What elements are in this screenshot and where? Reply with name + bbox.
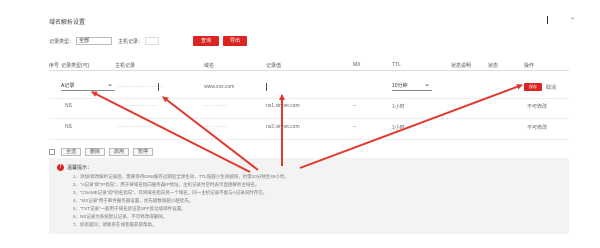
- table-row: A记录 — — — — — — — — www.xxx.com 10分钟 保存 …: [49, 79, 569, 99]
- notice-line: 2、“A记录”即“IP指向”，用于将域名指向服务器IP地址，主机记录为空时表示直…: [73, 182, 260, 187]
- notice-panel: ! 温馨提示： 1、添加/修改解析记录后，需要等待DNS缓存过期后全球生效，TT…: [49, 158, 569, 234]
- table-row: NS — — — — — — — — — — — ns1.xinnet.com …: [49, 99, 569, 119]
- col-type: 记录类型(可): [61, 63, 90, 69]
- row-host-blurred: — — — — — — —: [117, 124, 157, 130]
- col-mx: MX: [353, 62, 361, 68]
- row-type-select[interactable]: A记录: [61, 81, 115, 91]
- row-host-blurred: — — — — — — —: [117, 103, 157, 109]
- col-domain: 域名: [204, 63, 215, 69]
- col-host: 主机记录: [115, 63, 136, 69]
- row-host-placeholder: — — — — — — — —: [117, 84, 163, 90]
- row-mx: --: [353, 124, 357, 130]
- chevron-down-icon[interactable]: ⌄: [570, 14, 575, 21]
- warning-icon: !: [57, 164, 64, 171]
- row-domain-blurred: — — — —: [204, 124, 227, 130]
- notice-line: 6、NS记录为系统默认记录，不可修改或删除。: [73, 214, 168, 219]
- record-type-select[interactable]: 全部: [76, 37, 113, 45]
- delete-button[interactable]: 删除: [85, 148, 106, 156]
- row-value: ns2.xinnet.com: [266, 124, 300, 130]
- page-title: 域名解析设置: [49, 20, 86, 26]
- filter-bar: 记录类型： 全部 主机记录：: [49, 36, 169, 46]
- col-ttl: TTL: [392, 62, 401, 68]
- host-record-input[interactable]: [145, 37, 160, 45]
- row-value: ns1.xinnet.com: [266, 103, 300, 109]
- row-ttl-select[interactable]: 10分钟: [392, 81, 432, 91]
- row-op-readonly: 不可修改: [527, 104, 548, 110]
- col-status: 状态: [488, 63, 499, 69]
- row-ttl: 1小时: [392, 104, 405, 110]
- row-index: NS: [65, 124, 72, 130]
- notice-header: ! 温馨提示：: [57, 164, 92, 171]
- select-all-button[interactable]: 全选: [61, 148, 82, 156]
- export-button[interactable]: 导出: [223, 36, 247, 46]
- row-ttl: 1小时: [392, 125, 405, 131]
- notice-line: 5、“TXT记录”一般用于域名验证及SPF反垃圾邮件设置。: [73, 206, 186, 211]
- col-actions: 操作: [524, 63, 535, 69]
- notice-line: 4、“MX记录”用于邮件服务器设置，优先级数值越小越优先。: [73, 198, 194, 203]
- col-index: 序号: [49, 63, 60, 69]
- row-value-input[interactable]: [266, 83, 364, 91]
- save-button[interactable]: 保存: [524, 83, 542, 91]
- col-value: 记录值: [266, 63, 282, 69]
- enable-button[interactable]: 启用: [109, 148, 130, 156]
- language-select[interactable]: [547, 16, 563, 24]
- row-domain: www.xxx.com: [204, 84, 235, 90]
- table-row: NS — — — — — — — — — — — ns2.xinnet.com …: [49, 120, 569, 140]
- notice-line: 7、如有疑问，请联系在线客服获取帮助。: [73, 222, 157, 227]
- row-mx: --: [353, 103, 357, 109]
- record-type-label: 记录类型：: [49, 38, 75, 45]
- search-button[interactable]: 查询: [193, 36, 219, 46]
- pause-button[interactable]: 暂停: [133, 148, 154, 156]
- row-domain-blurred: — — — —: [204, 103, 227, 109]
- row-index: NS: [65, 103, 72, 109]
- host-record-label: 主机记录：: [118, 38, 144, 45]
- row-op-readonly: 不可修改: [527, 125, 548, 131]
- col-status-desc: 状态说明: [451, 63, 472, 69]
- notice-line: 3、“CNAME记录”即“别名指向”，可将域名指向另一个域名，同一主机记录不能与…: [73, 190, 268, 195]
- cancel-link[interactable]: 取消: [546, 84, 556, 91]
- notice-line: 1、添加/修改解析记录后，需要等待DNS缓存过期后全球生效，TTL值越小生效越快…: [73, 174, 289, 179]
- table-header: 序号 记录类型(可) 主机记录 域名 记录值 MX TTL 状态说明 状态 操作: [49, 61, 569, 71]
- select-all-checkbox[interactable]: [49, 149, 55, 155]
- bulk-actions: 全选 删除 启用 暂停: [49, 147, 157, 157]
- notice-title: 温馨提示：: [67, 165, 93, 171]
